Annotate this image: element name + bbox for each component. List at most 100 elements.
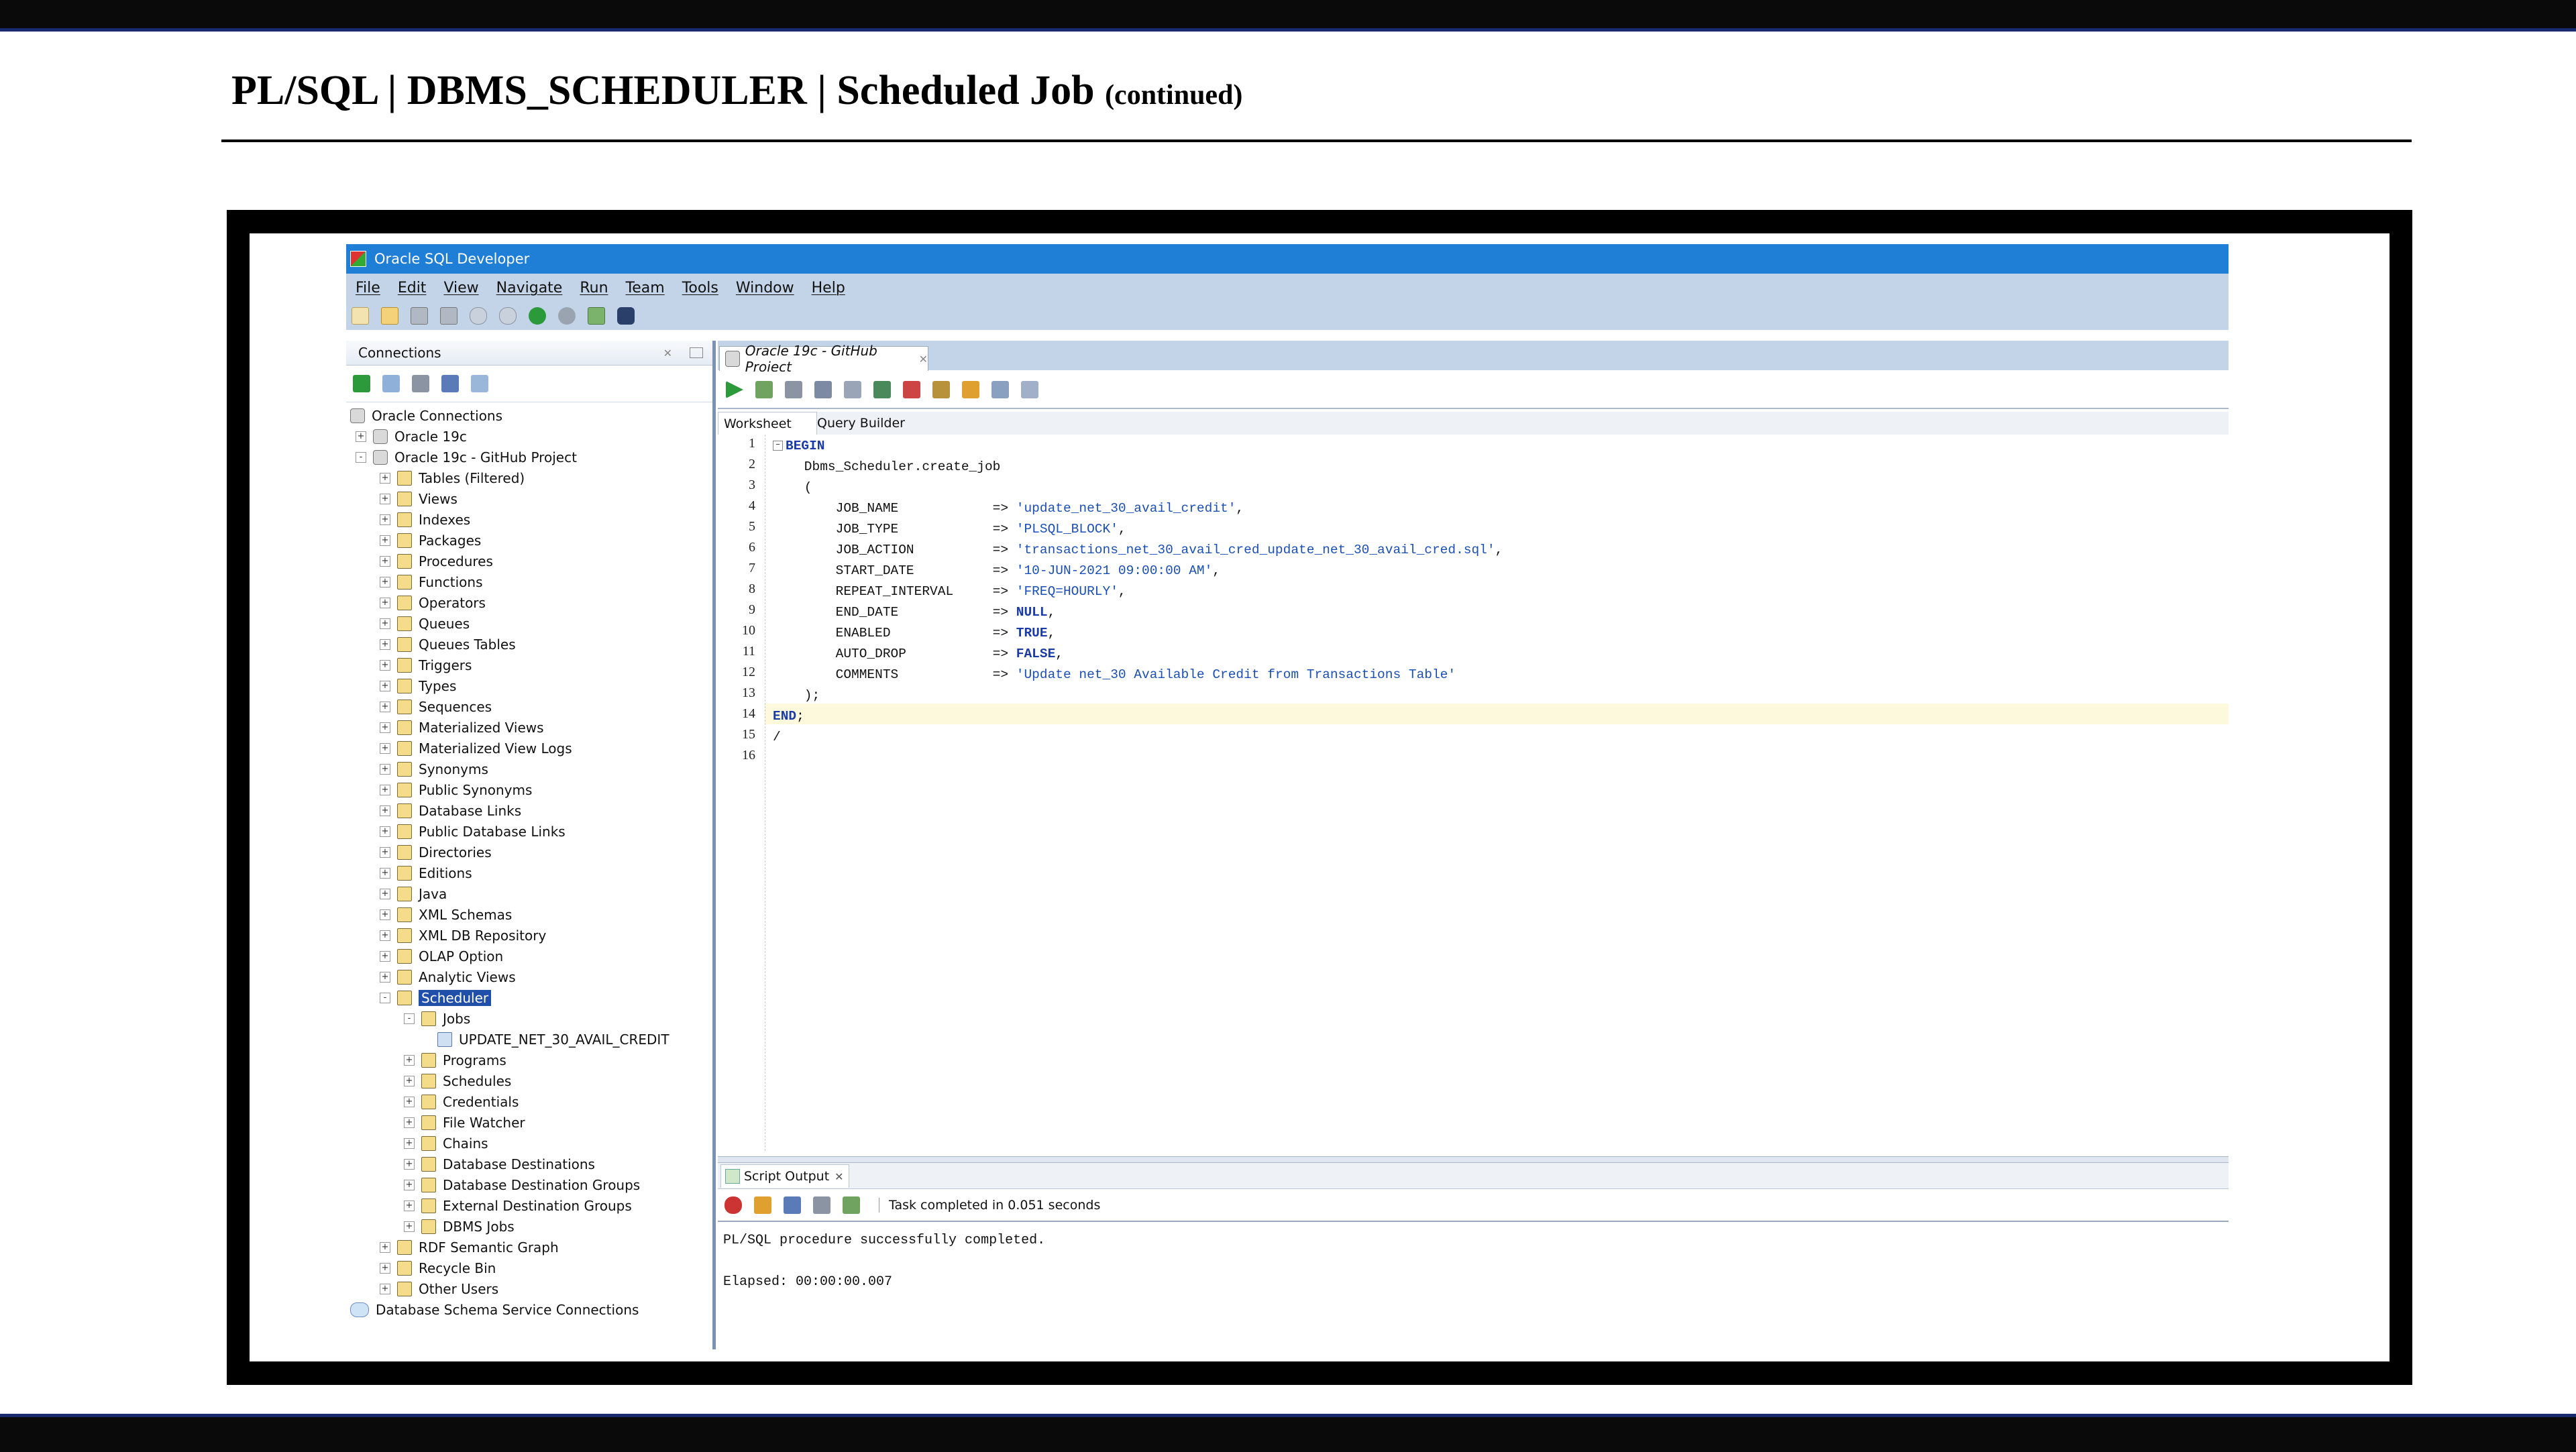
tree-node[interactable]: + Views xyxy=(380,489,458,509)
tree-node[interactable]: + Synonyms xyxy=(380,759,488,779)
expand-icon[interactable]: + xyxy=(404,1200,415,1211)
tree-node[interactable]: UPDATE_NET_30_AVAIL_CREDIT xyxy=(437,1029,669,1050)
menu-view[interactable]: View xyxy=(443,280,478,296)
expand-icon[interactable]: + xyxy=(380,556,390,567)
collapse-icon[interactable]: - xyxy=(404,1013,415,1024)
tree-node[interactable]: + Materialized View Logs xyxy=(380,738,572,759)
expand-icon[interactable]: + xyxy=(380,743,390,754)
menu-tools[interactable]: Tools xyxy=(682,280,718,296)
expand-icon[interactable]: + xyxy=(380,473,390,484)
expand-icon[interactable]: + xyxy=(380,722,390,733)
menu-team[interactable]: Team xyxy=(626,280,665,296)
expand-icon[interactable]: + xyxy=(380,514,390,525)
menu-window[interactable]: Window xyxy=(736,280,794,296)
expand-icon[interactable]: + xyxy=(380,1284,390,1294)
collapse-icon[interactable]: - xyxy=(380,993,390,1003)
tree-node[interactable]: Database Schema Service Connections xyxy=(350,1300,639,1320)
expand-icon[interactable]: + xyxy=(380,577,390,588)
binoculars-icon[interactable] xyxy=(617,307,635,325)
save-output-icon[interactable] xyxy=(784,1196,801,1214)
tree-node[interactable]: + Other Users xyxy=(380,1279,498,1299)
tree-node[interactable]: + DBMS Jobs xyxy=(404,1217,515,1237)
editor-output-splitter[interactable] xyxy=(718,1156,2229,1163)
expand-icon[interactable]: + xyxy=(404,1180,415,1190)
minimize-icon[interactable] xyxy=(690,347,703,358)
expand-icon[interactable]: + xyxy=(380,494,390,504)
clear-icon[interactable] xyxy=(962,381,979,398)
tree-node[interactable]: + Types xyxy=(380,676,456,696)
tree-node[interactable]: + Public Database Links xyxy=(380,822,566,842)
expand-icon[interactable]: + xyxy=(380,639,390,650)
tree-node[interactable]: + Functions xyxy=(380,572,483,592)
tree-node[interactable]: + Operators xyxy=(380,593,486,613)
forward-icon[interactable] xyxy=(558,307,576,325)
save-icon[interactable] xyxy=(411,307,428,325)
expand-icon[interactable]: + xyxy=(380,868,390,879)
menu-help[interactable]: Help xyxy=(812,280,845,296)
code-editor[interactable]: 1 2 3 4 5 6 7 8 9 10 11 12 13 14 15 16 − BEGIN Dbms_Sche… xyxy=(718,435,2229,1151)
tree-node[interactable]: + Packages xyxy=(380,530,481,551)
new-file-icon[interactable] xyxy=(352,307,369,325)
tree-node[interactable]: + Database Links xyxy=(380,801,521,821)
tab-query-builder[interactable]: Query Builder xyxy=(812,412,923,435)
expand-icon[interactable]: + xyxy=(380,972,390,983)
fold-icon[interactable]: − xyxy=(773,441,783,451)
tree-node[interactable]: - Scheduler xyxy=(380,988,492,1008)
expand-icon[interactable]: + xyxy=(404,1076,415,1086)
tree-node[interactable]: + File Watcher xyxy=(404,1113,525,1133)
tree-node[interactable]: + Java xyxy=(380,884,447,904)
undo-icon[interactable] xyxy=(470,307,487,325)
expand-icon[interactable]: + xyxy=(380,535,390,546)
expand-icon[interactable]: + xyxy=(380,660,390,671)
tree-node[interactable]: + Oracle 19c xyxy=(356,427,467,447)
tree-node[interactable]: + External Destination Groups xyxy=(404,1196,632,1216)
expand-icon[interactable]: + xyxy=(380,764,390,775)
tree-node[interactable]: + RDF Semantic Graph xyxy=(380,1237,559,1258)
tree-node[interactable]: + Directories xyxy=(380,842,492,862)
expand-icon[interactable]: + xyxy=(404,1138,415,1149)
tree-node[interactable]: + Procedures xyxy=(380,551,493,571)
refresh-icon[interactable] xyxy=(382,374,400,392)
tree-node[interactable]: + Queues Tables xyxy=(380,634,516,655)
expand-icon[interactable]: + xyxy=(380,1263,390,1274)
expand-icon[interactable]: + xyxy=(404,1097,415,1107)
expand-icon[interactable]: + xyxy=(380,847,390,858)
expand-icon[interactable]: + xyxy=(380,909,390,920)
run-statement-icon[interactable] xyxy=(726,381,743,398)
autotrace-icon[interactable] xyxy=(785,381,802,398)
expand-icon[interactable]: + xyxy=(380,930,390,941)
expand-icon[interactable]: + xyxy=(380,618,390,629)
run-script-icon[interactable] xyxy=(755,381,773,398)
menu-file[interactable]: File xyxy=(356,280,380,296)
expand-icon[interactable]: + xyxy=(404,1117,415,1128)
expand-icon[interactable]: + xyxy=(404,1055,415,1066)
expand-icon[interactable]: + xyxy=(356,431,366,442)
expand-icon[interactable]: + xyxy=(404,1159,415,1170)
tree-node[interactable]: + Tables (Filtered) xyxy=(380,468,525,488)
pin-icon[interactable] xyxy=(724,1196,742,1214)
sql-history-icon[interactable] xyxy=(991,381,1009,398)
menu-edit[interactable]: Edit xyxy=(398,280,427,296)
tab-worksheet[interactable]: Worksheet xyxy=(718,412,817,435)
tree-node[interactable]: + Queues xyxy=(380,614,470,634)
add-connection-icon[interactable] xyxy=(353,374,370,392)
export-icon[interactable] xyxy=(843,1196,860,1214)
tree-node[interactable]: + Editions xyxy=(380,863,472,883)
filter-icon[interactable] xyxy=(412,374,429,392)
tree-node[interactable]: + Chains xyxy=(404,1133,488,1154)
print-icon[interactable] xyxy=(813,1196,830,1214)
tree-node[interactable]: + Credentials xyxy=(404,1092,519,1112)
menu-navigate[interactable]: Navigate xyxy=(496,280,563,296)
explain-plan-icon[interactable] xyxy=(814,381,832,398)
tree-node[interactable]: + Analytic Views xyxy=(380,967,516,987)
expand-icon[interactable]: + xyxy=(380,889,390,899)
schema-browser-icon[interactable] xyxy=(441,374,459,392)
expand-icon[interactable]: + xyxy=(404,1221,415,1232)
reports-icon[interactable] xyxy=(471,374,488,392)
tree-node[interactable]: + Database Destinations xyxy=(404,1154,595,1174)
open-folder-icon[interactable] xyxy=(381,307,398,325)
tree-node[interactable]: Oracle Connections xyxy=(350,406,502,426)
expand-icon[interactable]: + xyxy=(380,702,390,712)
rollback-icon[interactable] xyxy=(903,381,920,398)
redo-icon[interactable] xyxy=(499,307,517,325)
